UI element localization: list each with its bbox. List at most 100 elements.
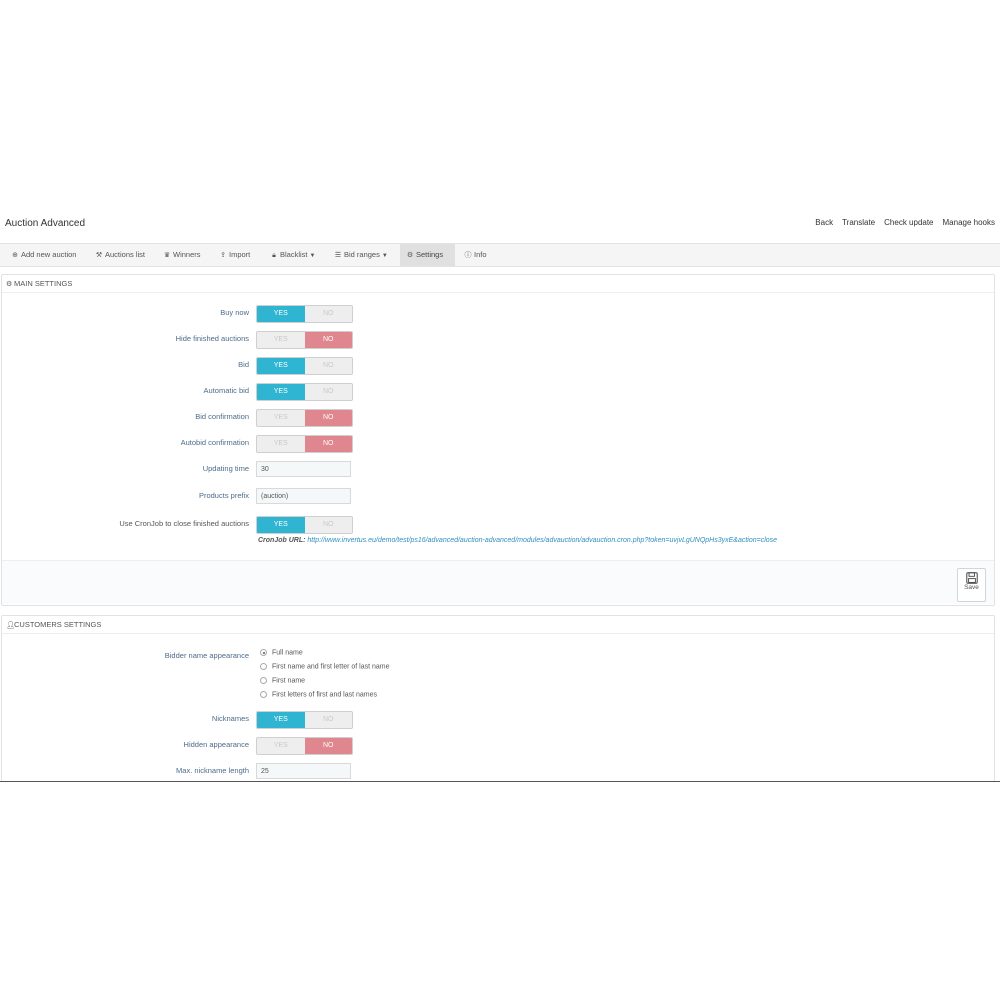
floppy-disk-icon (965, 572, 978, 584)
bidder-option-first-name[interactable]: First name (260, 677, 305, 689)
bidder-option-full-name[interactable]: Full name (260, 649, 303, 661)
switch-no[interactable]: NO (304, 738, 352, 754)
switch-yes[interactable]: YES (257, 517, 305, 533)
products-prefix-row: Products prefix (auction) (2, 488, 994, 504)
translate-link[interactable]: Translate (842, 218, 875, 227)
hide-finished-row: Hide finished auctions YES NO (2, 331, 994, 349)
switch-yes[interactable]: YES (257, 384, 305, 400)
automatic-bid-switch[interactable]: YES NO (256, 383, 353, 401)
page-header: Auction Advanced Back Translate Check up… (0, 205, 1000, 242)
switch-no[interactable]: NO (305, 712, 353, 728)
autobid-confirmation-row: Autobid confirmation YES NO (2, 435, 994, 453)
max-nickname-label: Max. nickname length (176, 766, 249, 775)
admin-frame: Auction Advanced Back Translate Check up… (0, 205, 1000, 782)
info-icon: ⓘ (464, 252, 472, 259)
cronjob-label: Use CronJob to close finished auctions (119, 519, 249, 528)
tab-blacklist[interactable]: 🔒︎ Blacklist ▼ (264, 244, 321, 266)
updating-time-input[interactable]: 30 (256, 461, 351, 477)
cronjob-switch[interactable]: YES NO (256, 516, 353, 534)
bid-confirmation-row: Bid confirmation YES NO (2, 409, 994, 427)
hidden-appearance-switch[interactable]: YES NO (256, 737, 353, 755)
switch-no[interactable]: NO (305, 306, 353, 322)
autobid-confirmation-label: Autobid confirmation (180, 438, 249, 447)
page-title: Auction Advanced (5, 218, 86, 229)
buy-now-label: Buy now (220, 308, 249, 317)
tab-winners[interactable]: ♛ Winners (157, 244, 207, 266)
gavel-icon: ⚒ (95, 252, 103, 259)
main-settings-heading: ⚙ MAIN SETTINGS (2, 275, 994, 293)
gears-icon: ⚙ (406, 252, 414, 259)
bid-label: Bid (238, 360, 249, 369)
nicknames-row: Nicknames YES NO (2, 711, 994, 729)
plus-circle-icon: ⊕ (12, 252, 18, 259)
tab-bid-ranges[interactable]: ☰ Bid ranges ▼ (328, 244, 394, 266)
switch-yes[interactable]: YES (257, 738, 305, 754)
bid-row: Bid YES NO (2, 357, 994, 375)
switch-no[interactable]: NO (305, 358, 353, 374)
radio-button[interactable] (260, 663, 267, 670)
nicknames-switch[interactable]: YES NO (256, 711, 353, 729)
trophy-icon: ♛ (163, 252, 171, 259)
switch-no[interactable]: NO (305, 384, 353, 400)
buy-now-row: Buy now YES NO (2, 305, 994, 323)
panel-footer: Save (2, 560, 994, 604)
tab-info[interactable]: ⓘ Info (458, 244, 493, 266)
cronjob-url-label: CronJob URL: (258, 537, 306, 544)
cronjob-row: Use CronJob to close finished auctions Y… (2, 516, 994, 534)
switch-no[interactable]: NO (304, 410, 352, 426)
hidden-appearance-label: Hidden appearance (183, 740, 249, 749)
radio-button[interactable] (260, 649, 267, 656)
hide-finished-label: Hide finished auctions (175, 334, 249, 343)
customers-settings-heading: 👤︎CUSTOMERS SETTINGS (2, 616, 994, 634)
bidder-name-label: Bidder name appearance (164, 651, 249, 660)
toolbar-links: Back Translate Check update Manage hooks (815, 218, 995, 227)
bidder-option-initials[interactable]: First letters of first and last names (260, 691, 377, 703)
tab-auctions-list[interactable]: ⚒ Auctions list (89, 244, 151, 266)
user-icon: 👤︎ (6, 622, 15, 629)
check-update-link[interactable]: Check update (884, 218, 933, 227)
max-nickname-input[interactable]: 25 (256, 763, 351, 779)
save-label: Save (964, 584, 979, 591)
bidder-name-row: Bidder name appearance (2, 648, 994, 664)
switch-yes[interactable]: YES (257, 306, 305, 322)
back-link[interactable]: Back (815, 218, 833, 227)
radio-button[interactable] (260, 677, 267, 684)
switch-yes[interactable]: YES (257, 332, 305, 348)
save-button[interactable]: Save (957, 568, 986, 602)
updating-time-row: Updating time 30 (2, 461, 994, 477)
gear-icon: ⚙ (6, 281, 13, 288)
bid-switch[interactable]: YES NO (256, 357, 353, 375)
tab-settings[interactable]: ⚙ Settings (400, 244, 455, 266)
chevron-down-icon: ▼ (309, 253, 316, 259)
nicknames-label: Nicknames (211, 714, 249, 723)
switch-no[interactable]: NO (305, 517, 353, 533)
list-icon: ☰ (334, 252, 342, 259)
switch-no[interactable]: NO (304, 436, 352, 452)
main-settings-panel: ⚙ MAIN SETTINGS Buy now YES NO Hide finis… (1, 274, 995, 606)
products-prefix-label: Products prefix (198, 491, 249, 500)
buy-now-switch[interactable]: YES NO (256, 305, 353, 323)
tab-add-new-auction[interactable]: ⊕ Add new auction (5, 244, 82, 266)
tab-import[interactable]: ⇪ Import (213, 244, 256, 266)
radio-button[interactable] (260, 691, 267, 698)
bid-confirmation-switch[interactable]: YES NO (256, 409, 353, 427)
hidden-appearance-row: Hidden appearance YES NO (2, 737, 994, 755)
switch-yes[interactable]: YES (257, 410, 305, 426)
products-prefix-input[interactable]: (auction) (256, 488, 351, 504)
lock-icon: 🔒︎ (272, 252, 276, 259)
cronjob-url-help: CronJob URL: http://www.invertus.eu/demo… (258, 537, 777, 544)
autobid-confirmation-switch[interactable]: YES NO (256, 435, 353, 453)
automatic-bid-row: Automatic bid YES NO (2, 383, 994, 401)
max-nickname-row: Max. nickname length 25 (2, 763, 994, 779)
updating-time-label: Updating time (202, 464, 249, 473)
cronjob-url-link[interactable]: http://www.invertus.eu/demo/test/ps16/ad… (307, 537, 777, 544)
manage-hooks-link[interactable]: Manage hooks (943, 218, 995, 227)
hide-finished-switch[interactable]: YES NO (256, 331, 353, 349)
upload-icon: ⇪ (220, 252, 226, 259)
switch-yes[interactable]: YES (257, 358, 305, 374)
switch-no[interactable]: NO (304, 332, 352, 348)
switch-yes[interactable]: YES (257, 712, 305, 728)
bidder-option-first-name-initial[interactable]: First name and first letter of last name (260, 663, 390, 675)
automatic-bid-label: Automatic bid (203, 386, 249, 395)
switch-yes[interactable]: YES (257, 436, 305, 452)
